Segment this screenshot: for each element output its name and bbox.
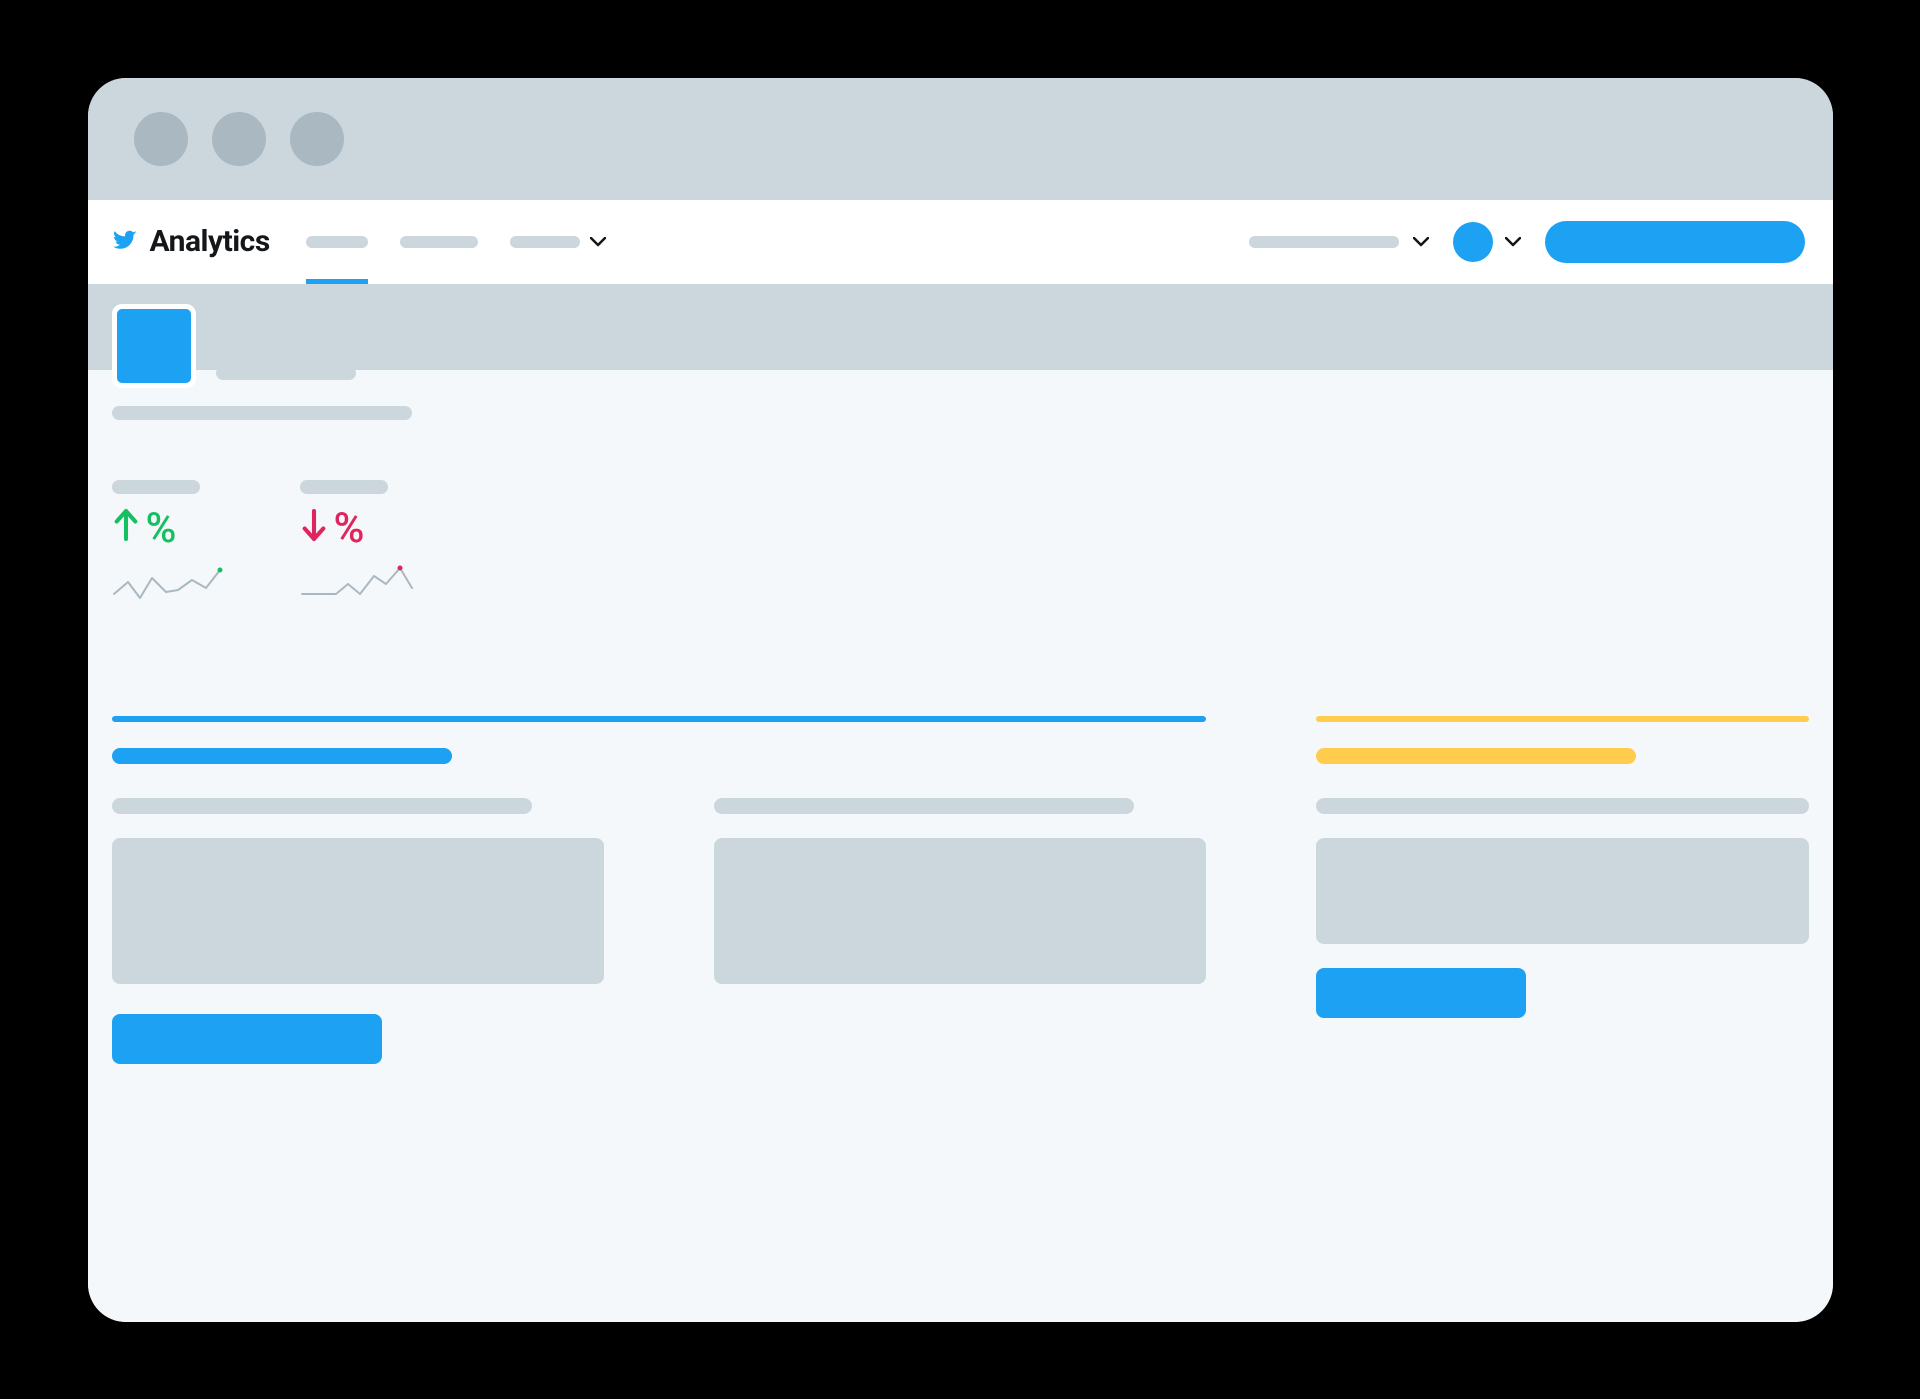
nav-tab-label-placeholder [510,236,580,248]
metric-value: % [300,508,430,550]
metric-label-placeholder [112,480,200,494]
subheading-placeholder [714,798,1134,814]
metric-symbol: % [146,508,177,550]
page-content: % % [88,284,1833,1322]
brand-title: Analytics [150,224,270,259]
content-block-placeholder [1316,838,1808,944]
nav-tab-tweets[interactable] [400,200,478,284]
metric-value: % [112,508,242,550]
navbar-right-controls [1249,221,1805,263]
card-heading-placeholder [112,748,452,764]
profile-name-placeholder [216,366,356,380]
card-accent-bar [1316,716,1808,722]
arrow-up-icon [112,508,140,550]
profile-handle-placeholder [112,406,412,420]
metric-symbol: % [334,508,365,550]
profile-summary [112,304,412,420]
chevron-down-icon [1505,232,1521,251]
content-block-placeholder [112,838,604,984]
chevron-down-icon [590,232,606,251]
user-avatar-icon [1453,222,1493,262]
tips-card [1316,716,1808,1064]
nav-tab-label-placeholder [400,236,478,248]
twitter-bird-icon [110,228,140,256]
account-switcher-dropdown[interactable] [1249,232,1429,251]
summary-card [112,716,1207,1064]
top-tweet-column [112,798,604,1064]
subheading-placeholder [1316,798,1808,814]
content-block-placeholder [714,838,1206,984]
nav-tab-label-placeholder [306,236,368,248]
primary-cta-button[interactable] [1545,221,1805,263]
sparkline-chart [112,564,242,608]
view-details-button[interactable] [112,1014,382,1064]
window-maximize-button[interactable] [290,112,344,166]
dashboard-cards [112,716,1809,1064]
app-navbar: Analytics [88,200,1833,284]
window-close-button[interactable] [134,112,188,166]
summary-metrics: % % [112,480,430,608]
card-accent-bar [112,716,1207,722]
window-minimize-button[interactable] [212,112,266,166]
window-titlebar [88,78,1833,200]
nav-tab-more[interactable] [510,200,606,284]
arrow-down-icon [300,508,328,550]
nav-tabs [306,200,606,284]
card-heading-placeholder [1316,748,1636,764]
chevron-down-icon [1413,232,1429,251]
metric-label-placeholder [300,480,388,494]
nav-tab-home[interactable] [306,200,368,284]
metric-card-down: % [300,480,430,608]
metric-card-up: % [112,480,242,608]
subheading-placeholder [112,798,532,814]
profile-avatar[interactable] [112,304,196,388]
account-name-placeholder [1249,236,1399,248]
promote-button[interactable] [1316,968,1526,1018]
brand[interactable]: Analytics [110,224,270,259]
sparkline-chart [300,564,430,608]
top-mention-column [714,798,1206,1064]
browser-window: Analytics [88,78,1833,1322]
user-menu-dropdown[interactable] [1453,222,1521,262]
